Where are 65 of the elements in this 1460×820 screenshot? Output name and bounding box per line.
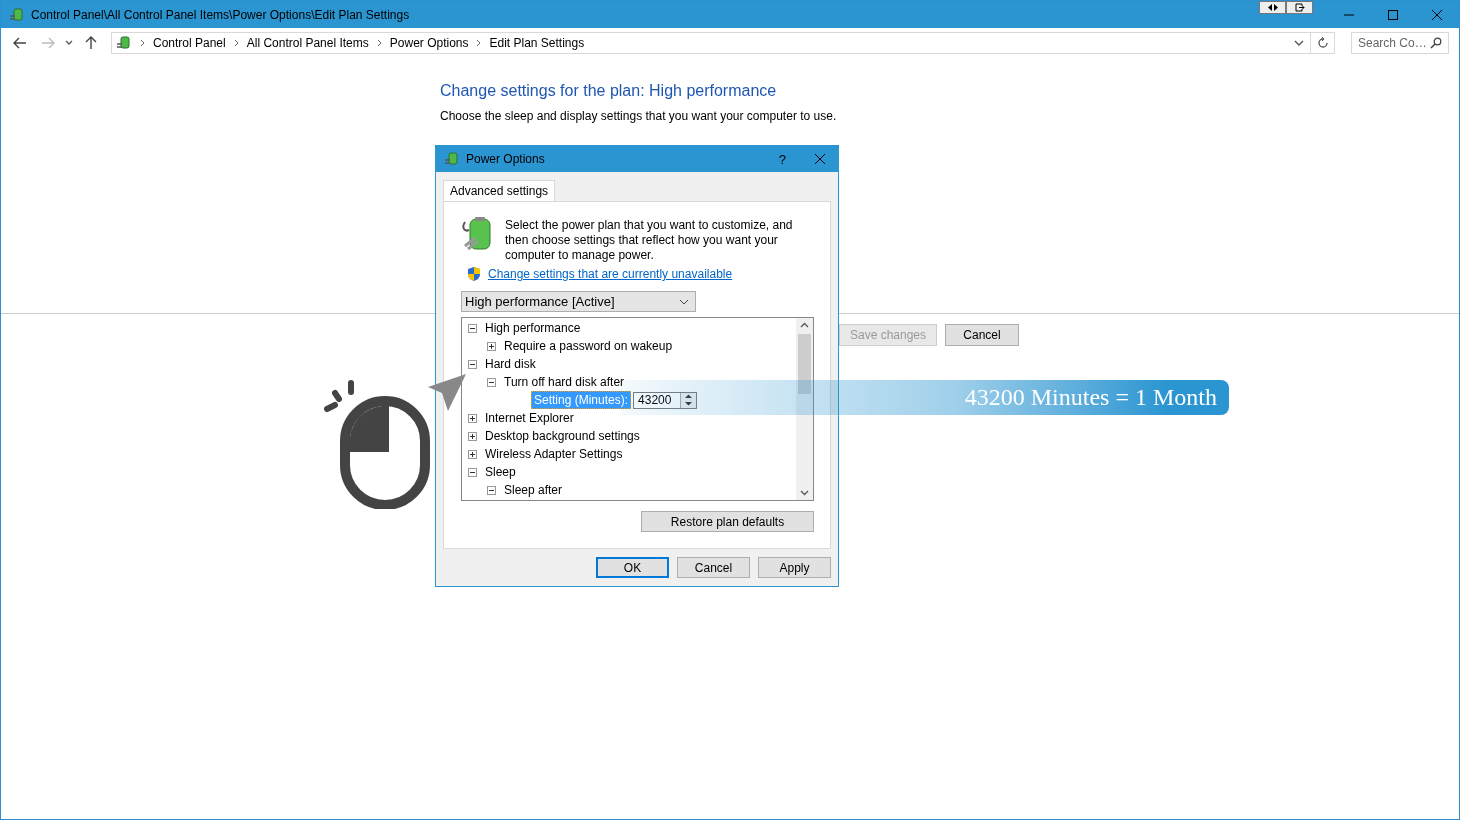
collapse-icon[interactable] bbox=[468, 323, 477, 333]
collapse-icon[interactable] bbox=[468, 359, 477, 369]
callout-text: 43200 Minutes = 1 Month bbox=[964, 384, 1217, 411]
resize-arrows-icon[interactable] bbox=[1259, 1, 1286, 14]
maximize-icon[interactable] bbox=[1387, 8, 1399, 21]
expand-icon[interactable] bbox=[468, 449, 477, 459]
chevron-right-icon bbox=[476, 39, 482, 47]
tree-item[interactable]: Internet Explorer bbox=[485, 411, 574, 425]
expand-icon[interactable] bbox=[468, 431, 477, 441]
collapse-icon[interactable] bbox=[487, 377, 496, 387]
refresh-button[interactable] bbox=[1311, 32, 1335, 54]
page-heading: Change settings for the plan: High performance bbox=[440, 82, 778, 100]
chevron-down-icon[interactable] bbox=[65, 40, 73, 46]
intro-text: Select the power plan that you want to customize, and then choose settings that reflect how you want your computer to manage power. bbox=[505, 218, 794, 263]
page-description: Choose the sleep and display settings that you want your computer to use. bbox=[440, 109, 838, 123]
chevron-right-icon bbox=[233, 39, 239, 47]
restore-defaults-button[interactable]: Restore plan defaults bbox=[641, 511, 814, 532]
dialog-button[interactable]: Apply bbox=[758, 557, 831, 578]
shield-icon bbox=[467, 266, 481, 282]
collapse-icon[interactable] bbox=[468, 467, 477, 477]
breadcrumb[interactable]: Edit Plan Settings bbox=[489, 36, 585, 50]
power-plug-icon bbox=[444, 151, 460, 167]
power-plug-icon bbox=[116, 35, 132, 51]
plan-dropdown[interactable]: High performance [Active] bbox=[461, 291, 696, 312]
tree-item[interactable]: Desktop background settings bbox=[485, 429, 640, 443]
tab[interactable]: Advanced settings bbox=[443, 180, 556, 201]
tree-item[interactable]: Sleep bbox=[485, 465, 516, 479]
breadcrumb[interactable]: Control Panel bbox=[153, 36, 226, 50]
page-button[interactable]: Cancel bbox=[945, 324, 1019, 346]
number-spinner[interactable]: 43200 bbox=[633, 391, 698, 409]
dialog-button[interactable]: OK bbox=[596, 557, 669, 578]
chevron-down-icon bbox=[679, 298, 689, 305]
spin-arrows-icon bbox=[684, 393, 694, 407]
window-title: Control Panel\All Control Panel Items\Power Options\Edit Plan Settings bbox=[31, 7, 410, 22]
power-plug-icon bbox=[9, 6, 25, 23]
tree-item[interactable]: High performance bbox=[485, 321, 581, 335]
exit-icon[interactable] bbox=[1286, 1, 1313, 14]
chevron-down-icon[interactable] bbox=[1294, 39, 1304, 47]
expand-icon[interactable] bbox=[487, 341, 496, 351]
expand-icon[interactable] bbox=[468, 413, 477, 423]
close-icon[interactable] bbox=[814, 153, 826, 165]
help-button[interactable]: ? bbox=[778, 151, 786, 167]
change-settings-link[interactable]: Change settings that are currently unavailable bbox=[488, 267, 733, 281]
scrollbar[interactable] bbox=[796, 318, 813, 500]
tree-item[interactable]: Wireless Adapter Settings bbox=[485, 447, 623, 461]
address-bar[interactable]: Control Panel All Control Panel Items Power Options Edit Plan Settings bbox=[111, 32, 1311, 54]
tree-item[interactable]: Hard disk bbox=[485, 357, 536, 371]
tree-item[interactable]: Require a password on wakeup bbox=[504, 339, 673, 353]
chevron-up-icon bbox=[800, 322, 809, 328]
collapse-icon[interactable] bbox=[487, 485, 496, 495]
breadcrumb[interactable]: All Control Panel Items bbox=[246, 36, 369, 50]
chevron-down-icon bbox=[800, 490, 809, 496]
up-arrow-icon[interactable] bbox=[85, 36, 97, 50]
tree-item[interactable]: Sleep after bbox=[504, 483, 563, 497]
chevron-right-icon bbox=[140, 39, 145, 47]
refresh-icon bbox=[1316, 37, 1329, 49]
dialog-button[interactable]: Cancel bbox=[677, 557, 750, 578]
search-icon bbox=[1430, 37, 1442, 49]
dialog-title: Power Options bbox=[466, 152, 545, 166]
close-icon[interactable] bbox=[1431, 8, 1443, 21]
search-field[interactable]: Search Co… bbox=[1351, 32, 1449, 54]
breadcrumb[interactable]: Power Options bbox=[389, 36, 469, 50]
tree-item[interactable]: Turn off hard disk after bbox=[504, 375, 625, 389]
back-arrow-icon[interactable] bbox=[13, 37, 27, 49]
chevron-right-icon bbox=[376, 39, 382, 47]
